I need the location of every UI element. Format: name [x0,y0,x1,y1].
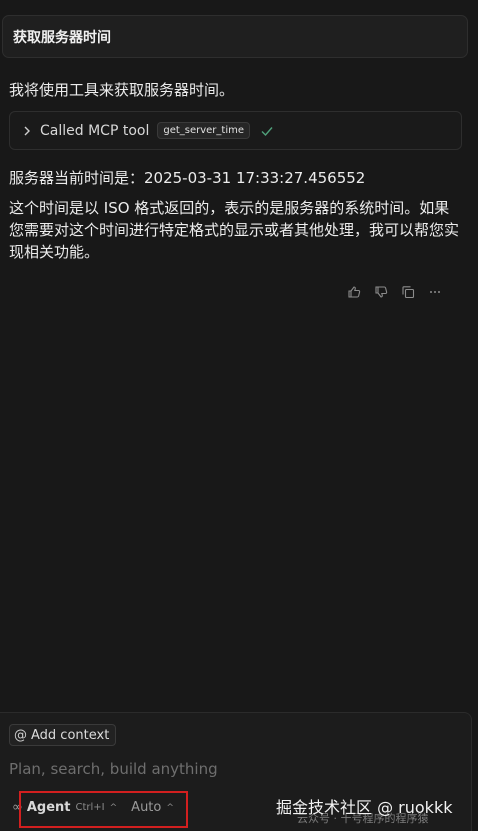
user-message-bubble[interactable]: 获取服务器时间 [2,15,468,58]
watermark-text: 掘金技术社区 @ ruokkk [276,798,453,817]
add-context-button[interactable]: @ Add context [9,724,117,746]
thumbs-down-icon [375,286,388,298]
at-sign-icon: @ [14,727,27,743]
highlight-annotation-box [19,791,188,828]
thumbs-down-button[interactable] [373,284,389,300]
more-horizontal-icon [430,291,440,293]
chevron-right-icon [24,126,30,135]
assistant-intro-text: 我将使用工具来获取服务器时间。 [9,81,235,99]
tool-call-label: Called MCP tool [40,122,150,139]
server-time-text: 服务器当前时间是：2025-03-31 17:33:27.456552 [9,169,366,187]
add-context-label: Add context [31,727,110,743]
chat-panel: 获取服务器时间 我将使用工具来获取服务器时间。 Called MCP tool … [0,0,478,831]
message-actions [346,284,443,300]
tool-call-card[interactable]: Called MCP tool get_server_time [9,111,462,150]
copy-button[interactable] [400,284,416,300]
copy-icon [402,286,415,299]
thumbs-up-icon [348,286,361,298]
thumbs-up-button[interactable] [346,284,362,300]
assistant-explanation-text: 这个时间是以 ISO 格式返回的，表示的是服务器的系统时间。如果您需要对这个时间… [9,199,460,261]
chat-input[interactable] [9,757,449,781]
more-options-button[interactable] [427,284,443,300]
tool-name-badge: get_server_time [157,122,251,139]
user-message-text: 获取服务器时间 [13,29,111,46]
check-icon [261,126,273,136]
